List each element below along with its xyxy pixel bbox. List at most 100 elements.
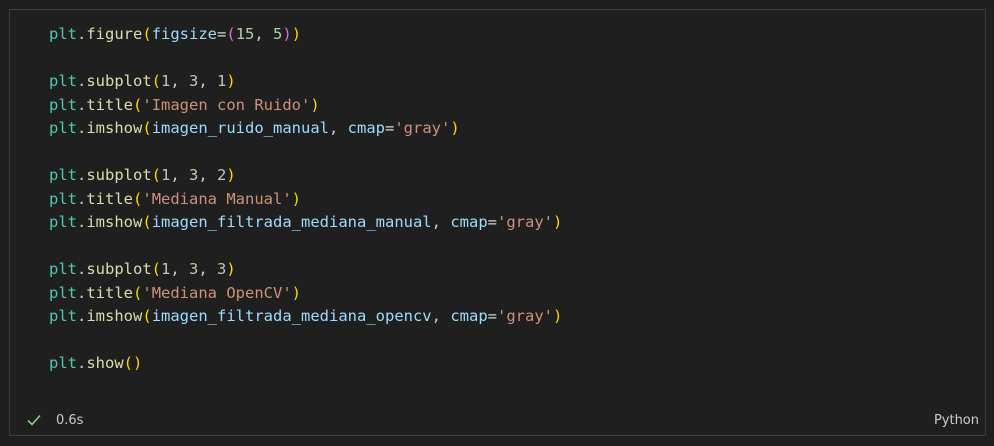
- code-line[interactable]: plt.show(): [49, 352, 562, 376]
- code-token: =: [487, 213, 497, 231]
- code-token: ,: [170, 166, 190, 184]
- code-token: =: [487, 307, 497, 325]
- code-token: ,: [170, 260, 190, 278]
- code-token: .: [77, 95, 87, 114]
- code-token: =: [217, 25, 227, 43]
- notebook-code-cell[interactable]: plt.figure(figsize=(15, 5)) plt.subplot(1…: [9, 9, 986, 436]
- code-token: (: [133, 189, 143, 208]
- code-token: ,: [431, 307, 451, 325]
- code-token: ,: [329, 119, 348, 137]
- code-token: cmap: [347, 119, 385, 137]
- code-token: ): [553, 307, 563, 325]
- code-token: ): [310, 95, 320, 114]
- code-token: 3: [189, 166, 199, 184]
- code-token: imagen_ruido_manual: [151, 119, 329, 137]
- code-token: plt: [49, 166, 77, 184]
- code-token: ): [291, 25, 302, 43]
- code-token: .: [77, 354, 87, 372]
- code-editor[interactable]: plt.figure(figsize=(15, 5)) plt.subplot(1…: [49, 23, 562, 376]
- code-token: ): [291, 283, 302, 302]
- code-token: show: [86, 354, 124, 372]
- code-token: ,: [198, 166, 218, 184]
- code-token: (: [226, 25, 236, 43]
- cell-status-bar: 0.6s Python: [10, 407, 985, 435]
- code-token: 'Mediana Manual': [142, 189, 292, 208]
- code-token: ): [282, 25, 292, 43]
- code-token: (: [142, 25, 152, 43]
- code-line[interactable]: plt.subplot(1, 3, 1): [49, 70, 562, 94]
- code-token: (: [142, 213, 152, 231]
- code-line[interactable]: plt.title('Imagen con Ruido'): [49, 94, 562, 118]
- code-token: plt: [49, 95, 77, 114]
- code-line[interactable]: [49, 235, 562, 259]
- code-token: figsize: [151, 25, 218, 43]
- code-token: =: [385, 119, 395, 137]
- code-token: 'gray': [497, 307, 553, 325]
- code-line[interactable]: plt.subplot(1, 3, 3): [49, 258, 562, 282]
- code-token: ,: [431, 213, 451, 231]
- code-line[interactable]: [49, 141, 562, 165]
- code-line[interactable]: [49, 329, 562, 353]
- code-token: figure: [86, 25, 143, 43]
- code-token: plt: [49, 25, 77, 43]
- code-token: ): [450, 119, 460, 137]
- code-token: (: [142, 119, 152, 137]
- code-token: ,: [198, 260, 218, 278]
- code-token: .: [77, 283, 87, 302]
- code-token: imshow: [86, 119, 143, 137]
- code-line[interactable]: plt.subplot(1, 3, 2): [49, 164, 562, 188]
- code-line[interactable]: plt.imshow(imagen_filtrada_mediana_openc…: [49, 305, 562, 329]
- code-token: ): [553, 213, 563, 231]
- code-token: (: [151, 72, 162, 90]
- code-line[interactable]: plt.title('Mediana Manual'): [49, 188, 562, 212]
- code-token: (: [151, 260, 162, 278]
- checkmark-icon: [25, 411, 43, 429]
- code-token: 3: [217, 260, 227, 278]
- code-token: plt: [49, 213, 77, 231]
- code-token: plt: [49, 189, 77, 208]
- code-line[interactable]: plt.title('Mediana OpenCV'): [49, 282, 562, 306]
- code-token: .: [77, 25, 87, 43]
- code-token: 3: [189, 260, 199, 278]
- code-token: .: [77, 119, 87, 137]
- code-token: title: [86, 95, 134, 114]
- code-token: 'gray': [497, 213, 553, 231]
- code-token: ,: [254, 25, 274, 43]
- code-token: subplot: [86, 260, 152, 278]
- code-token: imshow: [86, 213, 143, 231]
- code-token: ,: [198, 72, 218, 90]
- code-token: .: [77, 72, 87, 90]
- code-token: plt: [49, 260, 77, 278]
- code-line[interactable]: plt.imshow(imagen_ruido_manual, cmap='gr…: [49, 117, 562, 141]
- code-token: 2: [217, 166, 227, 184]
- language-indicator[interactable]: Python: [934, 413, 979, 428]
- code-token: .: [77, 166, 87, 184]
- code-token: title: [86, 189, 134, 208]
- code-token: 3: [189, 72, 199, 90]
- code-token: ): [226, 260, 236, 278]
- code-token: .: [77, 189, 87, 208]
- code-token: ): [226, 72, 236, 90]
- code-token: (: [142, 307, 152, 325]
- code-line[interactable]: plt.imshow(imagen_filtrada_mediana_manua…: [49, 211, 562, 235]
- code-token: plt: [49, 354, 77, 372]
- code-token: subplot: [86, 72, 152, 90]
- code-token: 'Mediana OpenCV': [142, 283, 292, 302]
- code-token: imagen_filtrada_mediana_opencv: [151, 307, 432, 325]
- code-token: .: [77, 307, 87, 325]
- code-line[interactable]: [49, 47, 562, 71]
- code-token: 5: [273, 25, 283, 43]
- code-token: (: [151, 166, 162, 184]
- code-token: plt: [49, 119, 77, 137]
- code-token: plt: [49, 307, 77, 325]
- code-token: 1: [161, 260, 171, 278]
- code-token: .: [77, 260, 87, 278]
- code-token: cmap: [450, 307, 488, 325]
- code-token: (): [123, 354, 143, 372]
- code-token: imshow: [86, 307, 143, 325]
- code-token: (: [133, 95, 143, 114]
- execution-time: 0.6s: [56, 413, 84, 428]
- code-token: 'Imagen con Ruido': [142, 95, 311, 114]
- code-token: plt: [49, 283, 77, 302]
- code-line[interactable]: plt.figure(figsize=(15, 5)): [49, 23, 562, 47]
